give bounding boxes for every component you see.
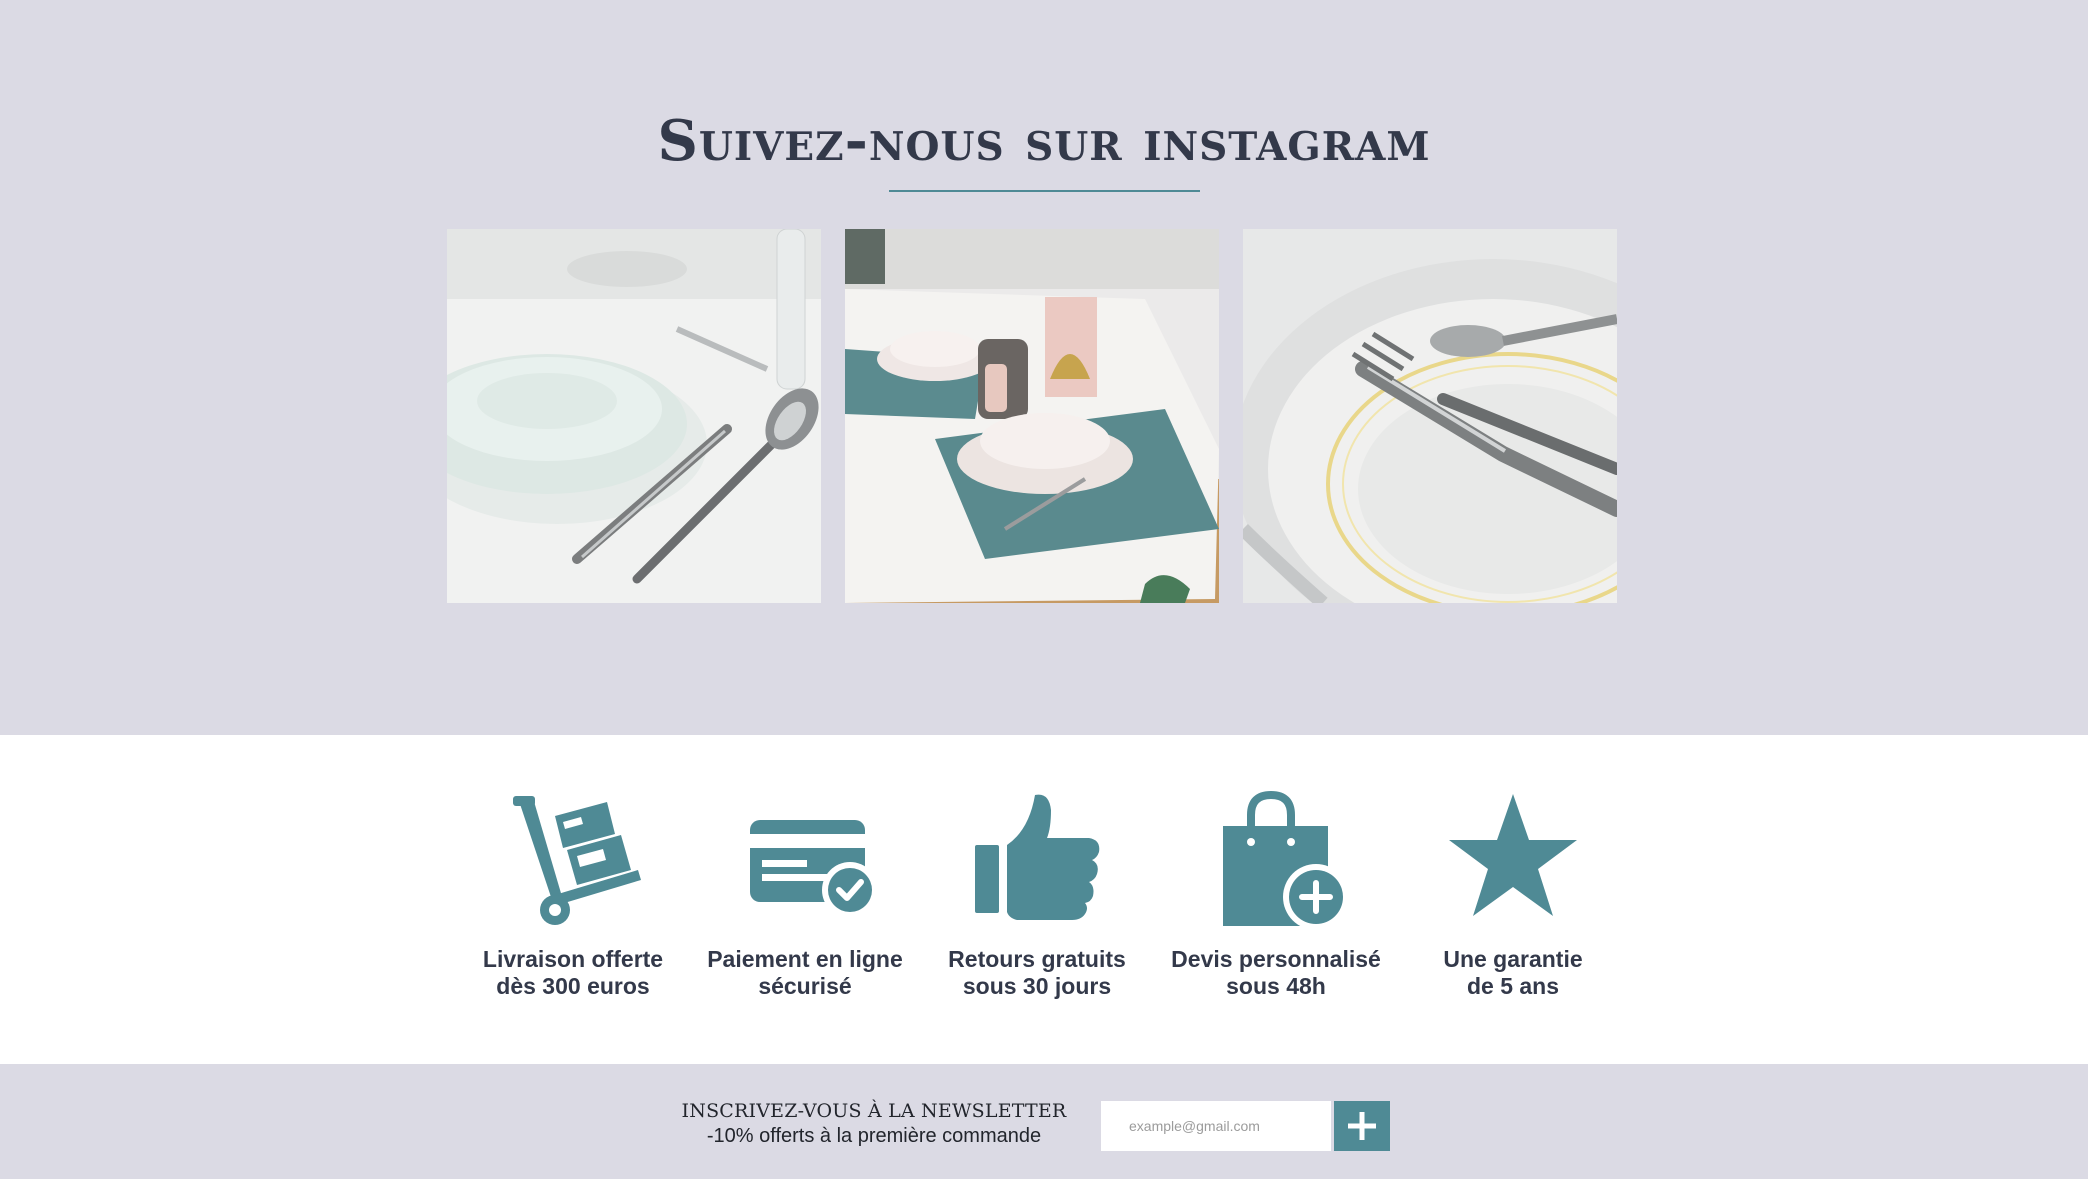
feature-quote: Devis personnalisé sous 48h: [1161, 790, 1391, 1000]
instagram-section: Suivez-nous sur instagram: [0, 0, 2088, 735]
heading-underline: [889, 190, 1200, 192]
newsletter-email-input[interactable]: [1101, 1101, 1331, 1151]
feature-warranty: Une garantie de 5 ans: [1398, 790, 1628, 1000]
feature-returns: Retours gratuits sous 30 jours: [922, 790, 1152, 1000]
thumbs-up-icon: [975, 794, 1100, 920]
instagram-heading: Suivez-nous sur instagram: [657, 108, 1431, 174]
feature-payment: Paiement en ligne sécurisé: [690, 790, 920, 1000]
feature-label: Livraison offerte dès 300 euros: [482, 946, 664, 999]
table-setting-teal-placemat-photo: [845, 229, 1219, 603]
feature-label: Paiement en ligne sécurisé: [707, 946, 903, 999]
newsletter-subtitle: -10% offerts à la première commande: [706, 1125, 1042, 1147]
newsletter-submit-button[interactable]: [1334, 1101, 1390, 1151]
shopping-bag-plus-icon: [1223, 790, 1346, 930]
table-setting-white-plates-photo: [447, 229, 821, 603]
cutlery-on-gold-rim-plate-photo: [1243, 229, 1617, 603]
feature-label: Retours gratuits sous 30 jours: [948, 946, 1126, 999]
hand-truck-icon: [513, 796, 641, 925]
newsletter-section: INSCRIVEZ-VOUS À LA NEWSLETTER -10% offe…: [0, 1064, 2088, 1179]
instagram-photo-3[interactable]: [1243, 229, 1617, 603]
instagram-photo-2[interactable]: [845, 229, 1219, 603]
star-icon: [1449, 794, 1577, 916]
feature-delivery: Livraison offerte dès 300 euros: [458, 790, 688, 1000]
plus-icon: [1348, 1112, 1376, 1140]
feature-label: Une garantie de 5 ans: [1443, 946, 1583, 999]
newsletter-title: INSCRIVEZ-VOUS À LA NEWSLETTER: [681, 1100, 1067, 1122]
feature-label: Devis personnalisé sous 48h: [1171, 946, 1381, 999]
features-section: Livraison offerte dès 300 euros Paiement…: [0, 735, 2088, 1064]
instagram-photo-1[interactable]: [447, 229, 821, 603]
credit-card-check-icon: [750, 820, 875, 918]
